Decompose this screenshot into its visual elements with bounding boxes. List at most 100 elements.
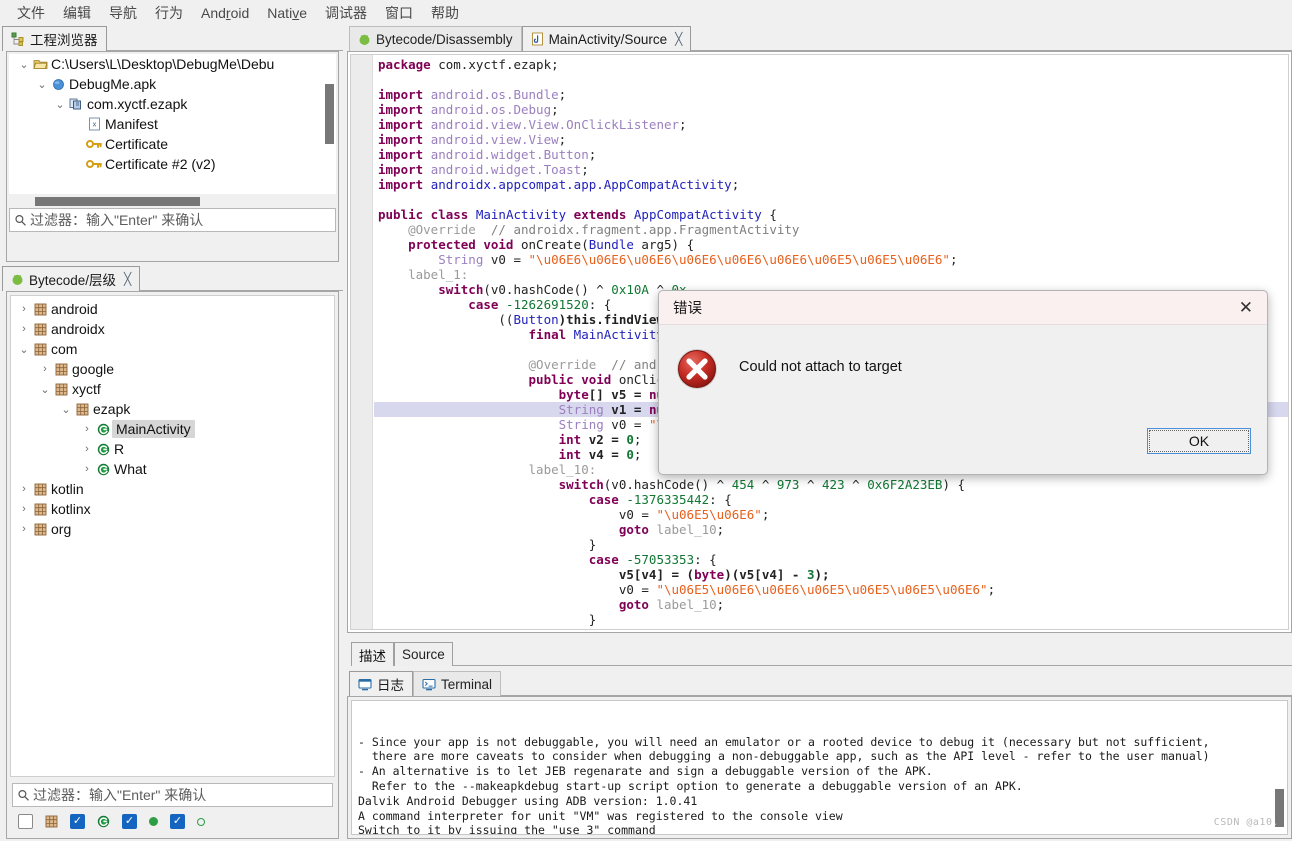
chevron-down-icon[interactable]: ⌄: [17, 343, 31, 356]
code-token: v0 =: [378, 507, 656, 522]
tree-node[interactable]: ›kotlin: [11, 479, 334, 499]
tree-node[interactable]: ›android: [11, 299, 334, 319]
menu-item-文件[interactable]: 文件: [8, 1, 54, 25]
project-filter-placeholder: 过滤器：输入"Enter" 来确认: [30, 210, 203, 230]
code-token: case: [378, 552, 626, 567]
project-explorer-panel: 工程浏览器 ⌄C:\Users\L\Desktop\DebugMe\Debu⌄D…: [0, 26, 343, 266]
code-token: android.view.View.OnClickListener: [431, 117, 679, 132]
chevron-right-icon[interactable]: ›: [80, 463, 94, 475]
code-line: [374, 192, 1288, 207]
code-line: }: [374, 537, 1288, 552]
checkbox-blue-3[interactable]: ✓: [170, 814, 185, 829]
log-line: Switch to it by issuing the "use 3" comm…: [358, 823, 1281, 835]
tree-node[interactable]: ⌄DebugMe.apk: [9, 74, 336, 94]
tree-node-label: google: [70, 361, 114, 377]
close-icon[interactable]: ╳: [124, 272, 131, 286]
checkbox-blue-1[interactable]: ✓: [70, 814, 85, 829]
tree-node[interactable]: ⌄xyctf: [11, 379, 334, 399]
chevron-down-icon[interactable]: ⌄: [53, 98, 67, 111]
chevron-right-icon[interactable]: ›: [17, 483, 31, 495]
project-tree-hscrollbar[interactable]: [35, 197, 200, 206]
menu-item-窗口[interactable]: 窗口: [376, 1, 422, 25]
tree-node[interactable]: ›What: [11, 459, 334, 479]
ok-button[interactable]: OK: [1147, 428, 1251, 454]
tab-mainactivity-source[interactable]: MainActivity/Source╳: [522, 26, 692, 51]
code-token: "\u06E5\u06E6": [656, 507, 761, 522]
tree-node[interactable]: › google: [11, 359, 334, 379]
method-dot-icon[interactable]: [197, 818, 205, 826]
package-filter-icon[interactable]: [45, 815, 58, 828]
editor-bottom-tab-描述[interactable]: 描述: [351, 642, 394, 666]
chevron-down-icon[interactable]: ⌄: [59, 403, 73, 416]
chevron-right-icon[interactable]: ›: [80, 443, 94, 455]
menu-item-Android[interactable]: Android: [192, 3, 258, 23]
tree-node[interactable]: ›kotlinx: [11, 499, 334, 519]
tree-node[interactable]: ›androidx: [11, 319, 334, 339]
code-token: [] v5 =: [589, 387, 649, 402]
menu-item-行为[interactable]: 行为: [146, 1, 192, 25]
chevron-down-icon[interactable]: ⌄: [35, 78, 49, 91]
console-body: - Since your app is not debuggable, you …: [347, 696, 1292, 839]
bytecode-filter-input[interactable]: 过滤器：输入"Enter" 来确认: [12, 783, 333, 807]
tree-node[interactable]: ›R: [11, 439, 334, 459]
key-icon: [85, 158, 103, 170]
chevron-right-icon[interactable]: ›: [80, 423, 94, 435]
code-token: byte: [694, 567, 724, 582]
chevron-right-icon[interactable]: ›: [17, 323, 31, 335]
tree-node[interactable]: ›org: [11, 519, 334, 539]
code-token: ;: [717, 522, 725, 537]
chevron-down-icon[interactable]: ⌄: [17, 58, 31, 71]
field-dot-icon[interactable]: [149, 817, 158, 826]
chevron-right-icon[interactable]: ›: [38, 363, 52, 375]
close-icon[interactable]: ✕: [1235, 298, 1257, 318]
tab-terminal[interactable]: Terminal: [413, 671, 501, 696]
watermark: CSDN @a10.: [1214, 816, 1279, 831]
menu-item-Native[interactable]: Native: [258, 3, 316, 23]
tree-node[interactable]: ›MainActivity: [11, 419, 334, 439]
code-token: extends: [566, 207, 634, 222]
code-token: import: [378, 162, 431, 177]
menu-item-编辑[interactable]: 编辑: [54, 1, 100, 25]
code-token: (v0.hashCode() ^: [483, 282, 611, 297]
project-filter-input[interactable]: 过滤器：输入"Enter" 来确认: [9, 208, 336, 232]
code-token: v0 =: [378, 582, 656, 597]
code-token: goto: [378, 597, 656, 612]
tree-node[interactable]: ⌄C:\Users\L\Desktop\DebugMe\Debu: [9, 54, 336, 74]
key-icon: [85, 138, 103, 150]
tab-日志[interactable]: 日志: [349, 671, 413, 696]
chevron-right-icon[interactable]: ›: [17, 523, 31, 535]
chevron-right-icon[interactable]: ›: [17, 503, 31, 515]
project-tree[interactable]: ⌄C:\Users\L\Desktop\DebugMe\Debu⌄DebugMe…: [9, 54, 336, 194]
close-icon[interactable]: ╳: [675, 32, 682, 46]
code-token: protected void: [378, 237, 521, 252]
tab-project-explorer[interactable]: 工程浏览器: [2, 26, 107, 51]
package-icon: [31, 323, 49, 336]
menu-item-导航[interactable]: 导航: [100, 1, 146, 25]
tree-node[interactable]: ⌄ezapk: [11, 399, 334, 419]
menu-item-帮助[interactable]: 帮助: [422, 1, 468, 25]
chevron-down-icon[interactable]: ⌄: [38, 383, 52, 396]
code-token: v4 =: [581, 447, 626, 462]
tree-node[interactable]: Certificate: [9, 134, 336, 154]
menu-item-调试器[interactable]: 调试器: [316, 1, 376, 25]
code-line: v5[v4] = (byte)(v5[v4] - 3);: [374, 567, 1288, 582]
tree-node[interactable]: ⌄com: [11, 339, 334, 359]
code-token: }: [378, 612, 596, 627]
tab-bytecode-hierarchy[interactable]: Bytecode/层级 ╳: [2, 266, 140, 291]
editor-bottom-tab-Source[interactable]: Source: [394, 642, 453, 666]
log-output[interactable]: - Since your app is not debuggable, you …: [351, 700, 1288, 835]
package-icon: [31, 523, 49, 536]
class-filter-icon[interactable]: [97, 815, 110, 828]
code-line: case -57053353: {: [374, 552, 1288, 567]
tab-bytecode-disassembly[interactable]: Bytecode/Disassembly: [349, 26, 522, 51]
tree-node[interactable]: ⌄com.xyctf.ezapk: [9, 94, 336, 114]
tree-node[interactable]: Certificate #2 (v2): [9, 154, 336, 174]
code-token: ;: [634, 432, 642, 447]
checkbox-blue-2[interactable]: ✓: [122, 814, 137, 829]
code-line: String v0 = "\u06E6\u06E6\u06E6\u06E6\u0…: [374, 252, 1288, 267]
project-tree-vscrollbar[interactable]: [325, 84, 334, 144]
bytecode-tree[interactable]: ›android›androidx⌄com › google ⌄xyctf⌄ezapk…: [10, 295, 335, 777]
chevron-right-icon[interactable]: ›: [17, 303, 31, 315]
tree-node[interactable]: xManifest: [9, 114, 336, 134]
checkbox-empty[interactable]: [18, 814, 33, 829]
